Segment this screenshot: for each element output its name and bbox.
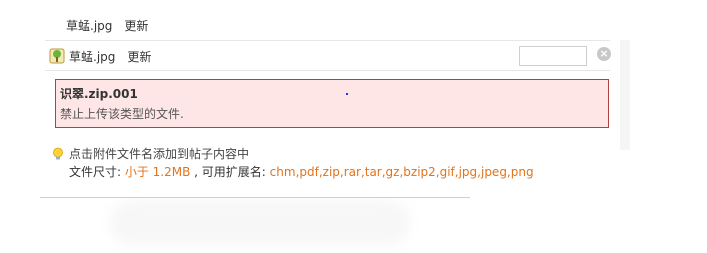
panel-shadow-bottom <box>110 200 410 245</box>
image-file-icon <box>49 48 65 64</box>
hint-text: 点击附件文件名添加到帖子内容中 <box>69 147 250 161</box>
error-filename: 识翠.zip.001 <box>60 87 138 101</box>
attachment-description-input[interactable] <box>519 46 587 66</box>
lightbulb-icon <box>53 147 63 159</box>
upload-error-box: 识翠.zip.001 禁止上传该类型的文件. <box>55 79 609 128</box>
close-icon[interactable]: × <box>597 47 611 61</box>
cursor-dot <box>346 93 348 95</box>
size-value: 小于 1.2MB <box>124 165 191 179</box>
error-message: 禁止上传该类型的文件. <box>60 107 184 121</box>
update-link[interactable]: 更新 <box>124 17 148 34</box>
upload-limits: 文件尺寸: 小于 1.2MB , 可用扩展名: chm,pdf,zip,rar,… <box>69 163 534 180</box>
update-link[interactable]: 更新 <box>127 48 151 65</box>
attachment-filename[interactable]: 草蜢.jpg <box>69 48 115 65</box>
extensions-value: chm,pdf,zip,rar,tar,gz,bzip2,gif,jpg,jpe… <box>269 165 534 179</box>
divider <box>45 40 610 41</box>
attachment-row: 草蜢.jpg 更新 <box>49 45 151 67</box>
attachment-filename[interactable]: 草蜢.jpg <box>66 17 112 34</box>
extensions-label: , 可用扩展名: <box>190 165 270 179</box>
hint-line: 点击附件文件名添加到帖子内容中 <box>51 145 249 162</box>
size-label: 文件尺寸: <box>69 165 125 179</box>
attachment-row: 草蜢.jpg 更新 <box>60 14 148 36</box>
divider <box>45 70 610 71</box>
